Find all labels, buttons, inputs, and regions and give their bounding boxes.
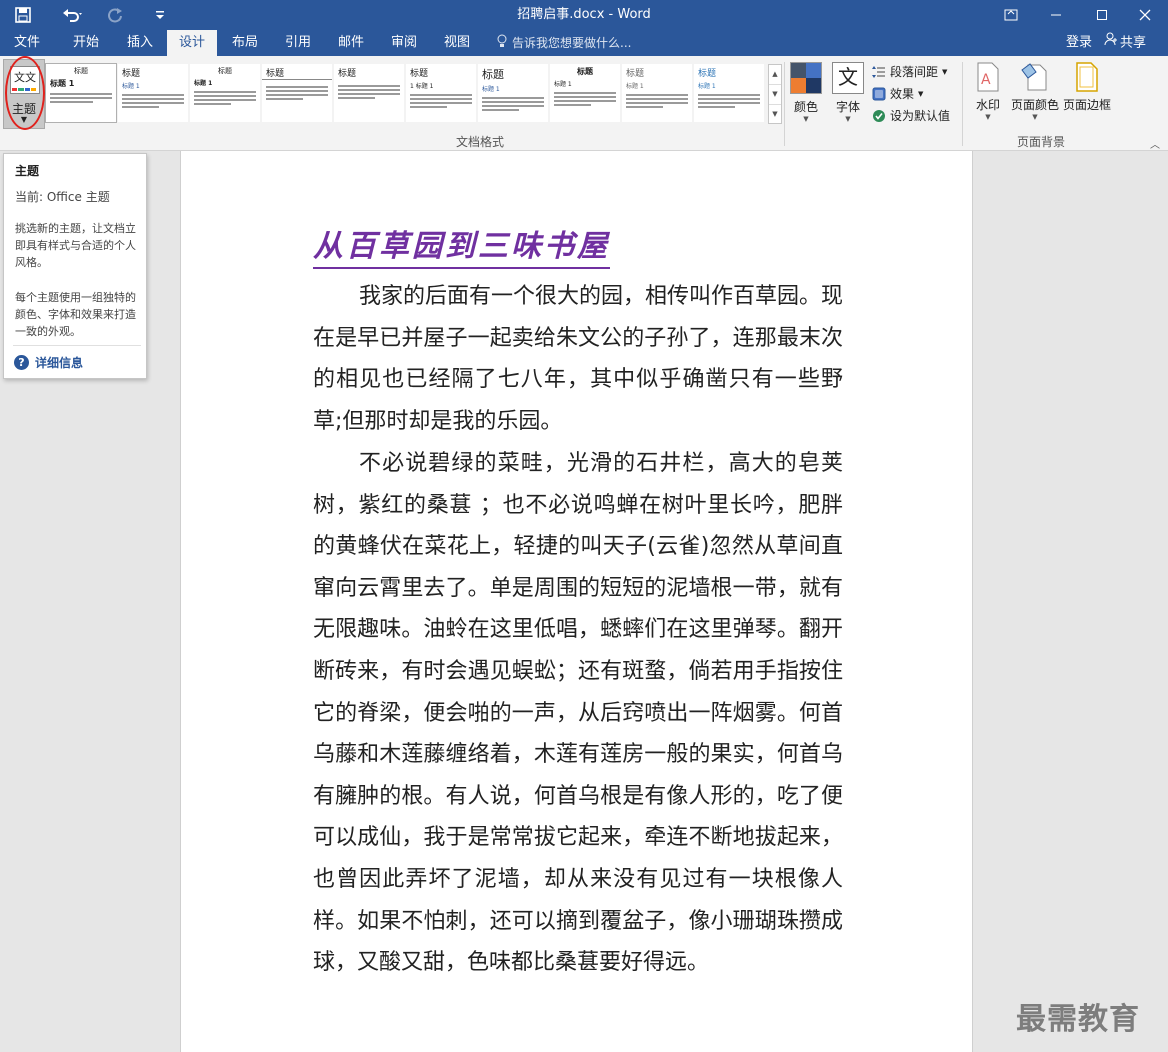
tooltip-current-theme: 当前: Office 主题 — [15, 190, 110, 204]
tell-me-more-label: 详细信息 — [35, 356, 84, 370]
chevron-down-icon: ▼ — [1032, 113, 1038, 121]
watermark-logo: 最需教育 — [1016, 1002, 1140, 1037]
tab-view[interactable]: 视图 — [432, 30, 482, 56]
style-set-item[interactable]: 标题 标题 1 — [550, 64, 620, 122]
lightbulb-icon — [496, 31, 508, 57]
collapse-ribbon-icon[interactable]: ︿ — [1150, 136, 1160, 151]
undo-icon[interactable] — [56, 3, 90, 27]
save-icon[interactable] — [8, 3, 38, 27]
tab-design[interactable]: 设计 — [167, 30, 217, 56]
style-set-item[interactable]: 标题 标题 1 — [622, 64, 692, 122]
tell-me-box[interactable]: 告诉我您想要做什么... — [496, 30, 631, 56]
page-borders-label: 页面边框 — [1062, 98, 1111, 112]
page-color-label: 页面颜色 — [1010, 98, 1059, 112]
tell-me-text: 告诉我您想要做什么... — [512, 36, 632, 50]
chevron-down-icon: ▼ — [942, 68, 948, 76]
style-set-item[interactable]: 标题 — [334, 64, 404, 122]
document-title: 从百草园到三味书屋 — [313, 221, 610, 269]
style-set-item[interactable]: 标题 标题 1 — [190, 64, 260, 122]
style-set-item[interactable]: 标题 1 标题 1 — [406, 64, 476, 122]
chevron-down-icon: ▼ — [845, 115, 851, 123]
ribbon-tabs: 文件 开始 插入 设计 布局 引用 邮件 审阅 视图 告诉我您想要做什么... … — [0, 30, 1168, 56]
colors-button[interactable]: 颜色 ▼ — [788, 62, 824, 123]
paragraph-spacing-icon — [872, 65, 886, 79]
group-label-page-background: 页面背景 — [1017, 135, 1066, 149]
page-border-icon — [1075, 62, 1099, 92]
paragraph-spacing-label: 段落间距 — [890, 65, 939, 79]
group-divider — [962, 62, 963, 146]
set-as-default-label: 设为默认值 — [890, 109, 951, 123]
chevron-down-icon: ▼ — [985, 113, 991, 121]
page-color-icon — [1020, 62, 1050, 92]
paragraph-2: 不必说碧绿的菜畦，光滑的石井栏，高大的皂荚树，紫红的桑葚 ；也不必说鸣蝉在树叶里… — [313, 451, 843, 976]
redo-icon[interactable] — [102, 3, 128, 27]
page-color-button[interactable]: 页面颜色 ▼ — [1010, 62, 1060, 121]
document-page[interactable]: 从百草园到三味书屋 我家的后面有一个很大的园，相传叫作百草园。现在是早已并屋子一… — [180, 151, 973, 1052]
watermark-label: 水印 — [975, 98, 1000, 112]
login-link[interactable]: 登录 — [1066, 30, 1092, 56]
tab-layout[interactable]: 布局 — [220, 30, 270, 56]
customize-quick-access-icon[interactable] — [148, 3, 172, 27]
style-set-item[interactable]: 标题 标题 1 — [118, 64, 188, 122]
tooltip-divider — [13, 345, 141, 346]
gallery-scrollbar[interactable]: ▲ ▼ ▼ — [768, 64, 782, 124]
effects-button[interactable]: 效果 ▼ — [872, 84, 923, 104]
theme-color-bars — [12, 88, 36, 91]
fonts-icon: 文 — [832, 62, 864, 94]
title-bar: 招聘启事.docx - Word — [0, 0, 1168, 30]
check-icon — [872, 109, 886, 123]
tooltip-title: 主题 — [15, 164, 40, 178]
effects-label: 效果 — [890, 87, 915, 101]
tab-file[interactable]: 文件 — [2, 30, 52, 56]
tab-references[interactable]: 引用 — [273, 30, 323, 56]
ribbon-design: 文文 主题 ▼ 标题 标题 1 标题 标题 1 标题 标题 1 标题 标题 标题… — [0, 56, 1168, 151]
tooltip-description-2: 每个主题使用一组独特的颜色、字体和效果来打造一致的外观。 — [15, 291, 136, 338]
ribbon-display-options-icon[interactable] — [988, 0, 1034, 30]
effects-icon — [872, 87, 886, 101]
group-label-document-formatting: 文档格式 — [456, 135, 505, 149]
fonts-label: 字体 — [835, 100, 860, 114]
tab-home[interactable]: 开始 — [60, 30, 112, 56]
tab-mailings[interactable]: 邮件 — [326, 30, 376, 56]
group-divider — [784, 62, 785, 146]
chevron-down-icon: ▼ — [803, 115, 809, 123]
tab-insert[interactable]: 插入 — [114, 30, 166, 56]
share-label: 共享 — [1120, 35, 1147, 51]
style-set-item[interactable]: 标题 标题 1 — [45, 63, 117, 123]
themes-button[interactable]: 文文 主题 ▼ — [3, 59, 45, 129]
style-set-gallery: 标题 标题 1 标题 标题 1 标题 标题 1 标题 标题 标题 1 标题 1 — [45, 63, 768, 123]
watermark-button[interactable]: A 水印 ▼ — [970, 62, 1006, 121]
set-as-default-button[interactable]: 设为默认值 — [872, 106, 950, 126]
watermark-icon: A — [976, 62, 1000, 92]
fonts-button[interactable]: 文 字体 ▼ — [830, 62, 866, 123]
paragraph-spacing-button[interactable]: 段落间距 ▼ — [872, 62, 947, 82]
style-set-item[interactable]: 标题 标题 1 — [694, 64, 764, 122]
tell-me-more-link[interactable]: ? 详细信息 — [14, 354, 83, 371]
chevron-down-icon: ▼ — [20, 115, 28, 124]
chevron-down-icon: ▼ — [918, 90, 924, 98]
style-set-item[interactable]: 标题 标题 1 — [478, 64, 548, 122]
svg-text:A: A — [981, 72, 991, 88]
paragraph-1: 我家的后面有一个很大的园，相传叫作百草园。现在是早已并屋子一起卖给朱文公的子孙了… — [313, 284, 844, 434]
close-icon[interactable] — [1122, 0, 1168, 30]
minimize-icon[interactable] — [1033, 0, 1079, 30]
colors-label: 颜色 — [793, 100, 818, 114]
tooltip-description: 挑选新的主题，让文档立即具有样式与合适的个人风格。 — [15, 222, 136, 269]
gallery-down-icon[interactable]: ▼ — [769, 85, 781, 105]
page-borders-button[interactable]: 页面边框 — [1062, 62, 1112, 113]
share-button[interactable]: 共享 — [1104, 30, 1164, 56]
maximize-icon[interactable] — [1079, 0, 1125, 30]
help-icon: ? — [14, 355, 29, 370]
gallery-up-icon[interactable]: ▲ — [769, 65, 781, 85]
person-icon — [1104, 30, 1118, 56]
tab-review[interactable]: 审阅 — [379, 30, 429, 56]
style-set-item[interactable]: 标题 — [262, 64, 332, 122]
themes-tooltip: 主题 当前: Office 主题 挑选新的主题，让文档立即具有样式与合适的个人风… — [3, 153, 147, 379]
gallery-more-icon[interactable]: ▼ — [769, 105, 781, 124]
palette-icon — [790, 62, 822, 94]
